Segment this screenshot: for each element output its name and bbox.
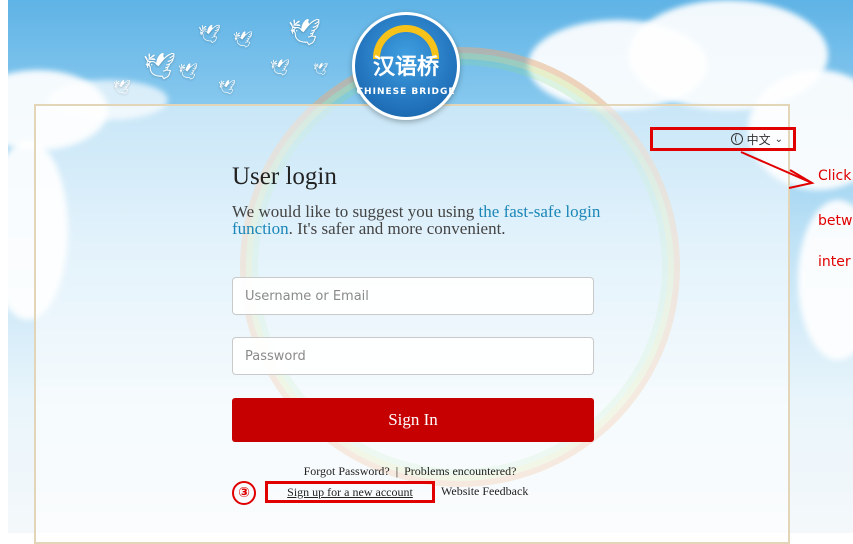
annotation-text-line: betw — [818, 213, 853, 229]
login-description: We would like to suggest you using the f… — [232, 203, 612, 237]
website-feedback-link[interactable]: Website Feedback — [441, 484, 528, 499]
annotation-arrow — [740, 151, 815, 189]
step-marker: ③ — [232, 481, 256, 505]
sign-up-link[interactable]: Sign up for a new account — [265, 481, 435, 503]
password-input[interactable] — [232, 337, 594, 375]
username-input[interactable] — [232, 277, 594, 315]
description-text: . It's safer and more convenient. — [288, 219, 506, 238]
sign-in-button[interactable]: Sign In — [232, 398, 594, 442]
annotation-text-line: Click — [818, 168, 852, 184]
help-links: Forgot Password? | Problems encountered? — [0, 464, 820, 479]
link-separator: | — [395, 464, 399, 478]
forgot-password-link[interactable]: Forgot Password? — [304, 464, 390, 478]
annotation-text-line: inter — [818, 254, 851, 270]
page-title: User login — [232, 163, 337, 190]
problems-link[interactable]: Problems encountered? — [404, 464, 516, 478]
